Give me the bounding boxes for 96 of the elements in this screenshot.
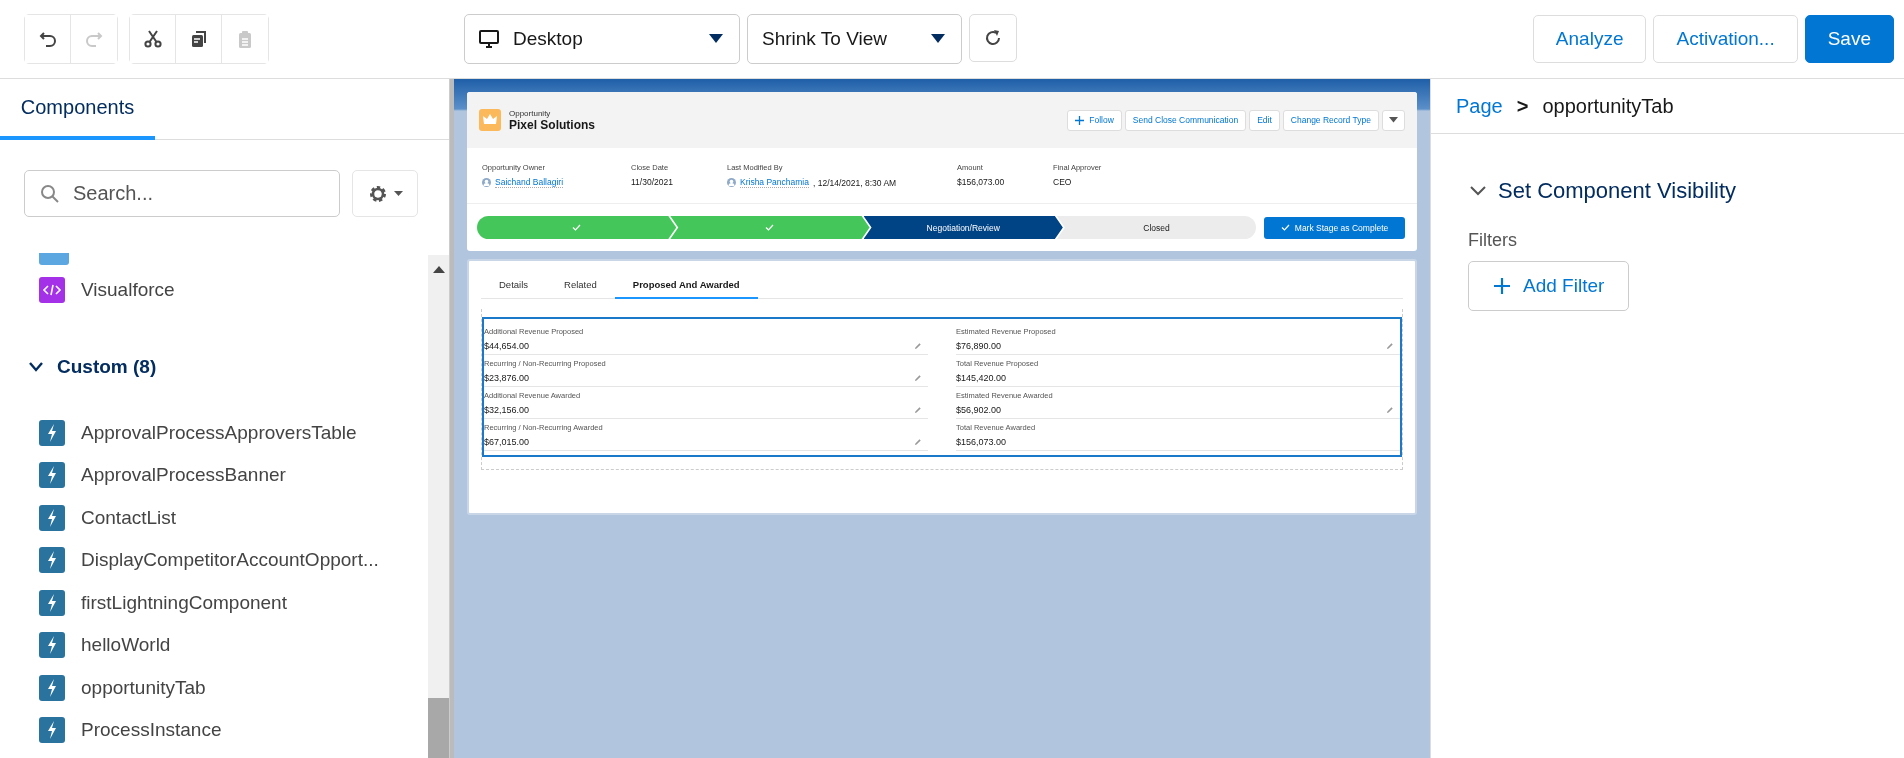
lightning-bolt-icon: [39, 589, 65, 616]
record-tab[interactable]: Related: [546, 273, 615, 299]
component-icon: [39, 253, 69, 265]
field-value: 11/30/2021: [631, 177, 673, 187]
mark-stage-complete-button[interactable]: Mark Stage as Complete: [1264, 216, 1405, 239]
scroll-up-icon[interactable]: [432, 265, 445, 273]
refresh-button[interactable]: [969, 14, 1017, 62]
search-field[interactable]: Search...: [24, 170, 340, 217]
more-actions-button[interactable]: [1382, 109, 1405, 131]
pencil-icon[interactable]: [914, 373, 922, 382]
pencil-icon[interactable]: [914, 405, 922, 414]
field-value: $23,876.00: [484, 372, 530, 383]
section-toggle[interactable]: Set Component Visibility: [1468, 178, 1737, 204]
pencil-icon[interactable]: [914, 341, 922, 350]
plus-icon: [1493, 277, 1511, 295]
field-value: $56,902.00: [956, 404, 1002, 415]
plus-icon: [1075, 115, 1085, 125]
monitor-icon: [479, 30, 499, 48]
scrollbar[interactable]: [428, 255, 449, 758]
record-action-button[interactable]: Change Record Type: [1282, 109, 1379, 131]
path-stage[interactable]: [477, 216, 677, 239]
field-value: $76,890.00: [956, 340, 1002, 351]
lightning-bolt-icon: [39, 419, 65, 446]
component-item[interactable]: firstLightningComponent: [39, 581, 428, 624]
lightning-bolt-icon: [39, 632, 65, 659]
path-stage[interactable]: Closed: [1056, 216, 1257, 239]
record-name: Pixel Solutions: [509, 117, 595, 132]
chevron-down-icon: [29, 361, 43, 372]
field-value: CEO: [1053, 177, 1072, 187]
refresh-icon: [983, 28, 1003, 48]
breadcrumb-separator: >: [1516, 94, 1529, 118]
breadcrumb-link[interactable]: Page: [1456, 94, 1503, 118]
avatar-icon: [727, 178, 736, 187]
lightning-bolt-icon: [39, 504, 65, 531]
field-value: $44,654.00: [484, 340, 530, 351]
zoom-dropdown[interactable]: Shrink To View: [747, 14, 962, 64]
caret-icon: [393, 191, 403, 196]
selected-component[interactable]: [482, 317, 1402, 457]
cut-button[interactable]: [130, 15, 176, 63]
field-value: $145,420.00: [956, 372, 1007, 383]
device-dropdown[interactable]: Desktop: [464, 14, 740, 64]
check-icon: [765, 224, 775, 231]
scissors-icon: [142, 29, 163, 49]
path-stage[interactable]: Negotiation/Review: [863, 216, 1063, 239]
check-icon: [1280, 224, 1290, 231]
record-action-button[interactable]: Edit: [1249, 109, 1280, 131]
lightning-bolt-icon: [39, 462, 65, 489]
component-item[interactable]: ContactList: [39, 496, 428, 539]
field-value: $67,015.00: [484, 436, 530, 447]
settings-button[interactable]: [352, 170, 418, 217]
custom-section-toggle[interactable]: Custom (8): [29, 311, 157, 412]
add-filter-button[interactable]: Add Filter: [1468, 261, 1630, 311]
path-stage[interactable]: [670, 216, 870, 239]
filters-label: Filters: [1468, 230, 1517, 251]
lightning-bolt-icon: [39, 547, 65, 574]
caret-icon: [709, 34, 723, 44]
component-item[interactable]: Visualforce: [39, 269, 428, 312]
code-icon: [39, 277, 65, 304]
lightning-bolt-icon: [39, 717, 65, 744]
component-item[interactable]: opportunityTab: [39, 666, 428, 709]
component-item[interactable]: ProcessInstance: [39, 709, 428, 752]
action-button[interactable]: Analyze: [1532, 15, 1647, 63]
save-button[interactable]: Save: [1804, 15, 1894, 63]
chevron-down-icon: [1470, 186, 1486, 196]
field-value: $156,073.00: [957, 177, 1005, 187]
gear-icon: [367, 183, 388, 204]
undo-button[interactable]: [25, 15, 71, 63]
field-value: $156,073.00: [956, 436, 1007, 447]
redo-icon: [84, 29, 104, 49]
follow-button[interactable]: Follow: [1067, 109, 1122, 131]
component-item[interactable]: ApprovalProcessApproversTable: [39, 411, 428, 454]
scrollbar-thumb[interactable]: [428, 698, 449, 758]
lightning-bolt-icon: [39, 674, 65, 701]
component-item[interactable]: DisplayCompetitorAccountOpport...: [39, 539, 428, 582]
undo-icon: [37, 29, 58, 49]
crown-icon: [479, 109, 501, 131]
avatar-icon: [482, 178, 491, 187]
breadcrumb-current: opportunityTab: [1542, 94, 1674, 118]
component-item[interactable]: ApprovalProcessBanner: [39, 454, 428, 497]
pencil-icon[interactable]: [1386, 341, 1394, 350]
component-item[interactable]: helloWorld: [39, 624, 428, 667]
record-tab[interactable]: Details: [481, 273, 547, 299]
user-link[interactable]: Saichand Ballagiri: [495, 177, 564, 188]
caret-icon: [1389, 117, 1398, 123]
field-value: $32,156.00: [484, 404, 530, 415]
pencil-icon[interactable]: [914, 437, 922, 446]
caret-icon: [931, 34, 945, 44]
action-button[interactable]: Activation...: [1653, 15, 1798, 63]
user-link[interactable]: Krisha Panchamia: [740, 177, 809, 188]
check-icon: [572, 224, 582, 231]
components-tab[interactable]: Components: [0, 79, 155, 140]
pencil-icon[interactable]: [1386, 405, 1394, 414]
record-action-button[interactable]: Send Close Communication: [1124, 109, 1247, 131]
field-value: , 12/14/2021, 8:30 AM: [813, 177, 897, 188]
record-tab[interactable]: Proposed And Awarded: [614, 273, 758, 299]
object-label: Opportunity: [509, 108, 552, 118]
